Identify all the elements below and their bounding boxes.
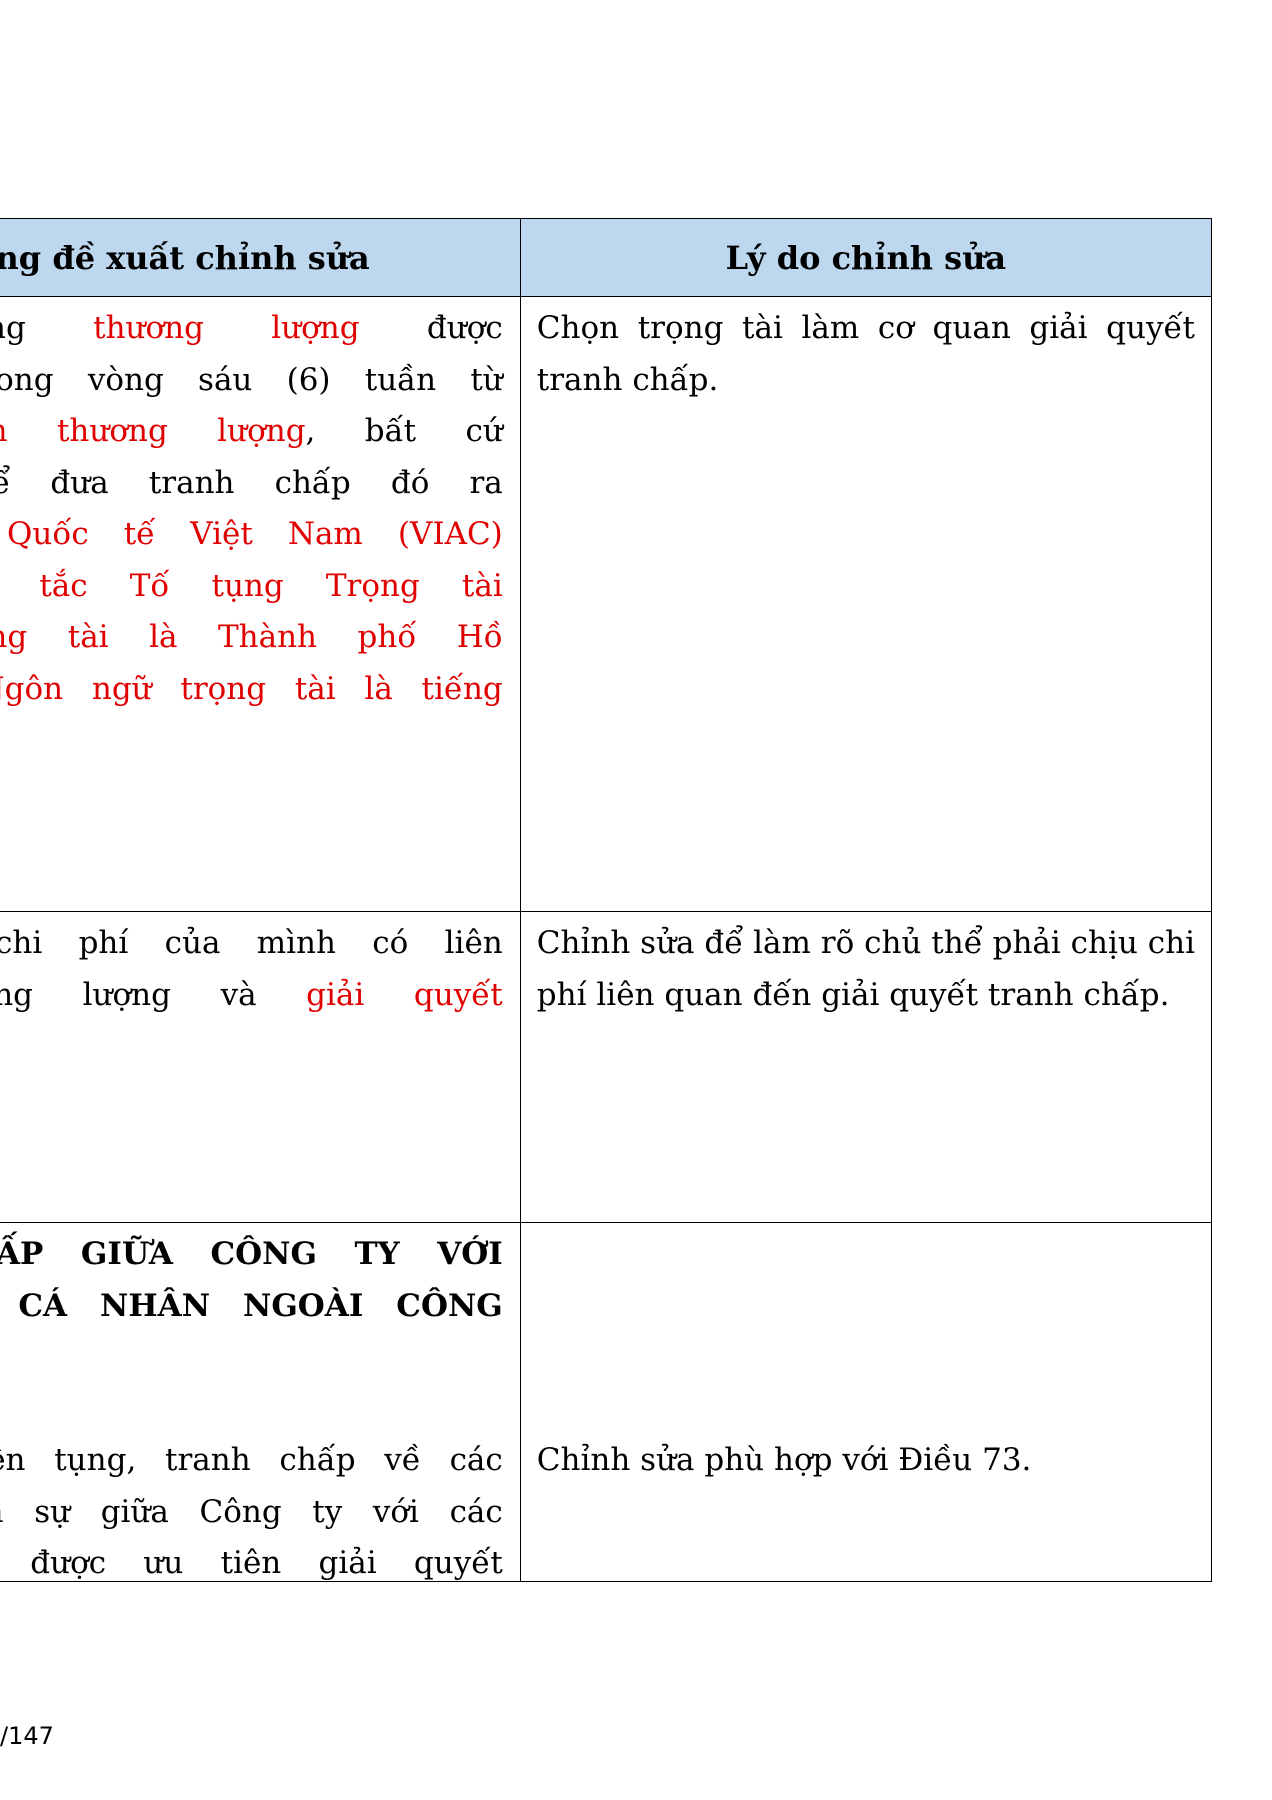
- text-run: , bất cứ: [305, 413, 503, 449]
- text-line: rọng tài Quốc tế Việt Nam (VIAC): [0, 509, 503, 561]
- heading-line: ANH CHẤP GIỮA CÔNG TY VỚI: [0, 1236, 503, 1272]
- row2-left-cell: tự chịu chi phí của mình có liên tục thư…: [0, 911, 521, 1223]
- row1-left-text: ợp không thương lượng đượca giải trong v…: [0, 303, 503, 715]
- revision-text: theo Quy tắc Tố tụng Trọng tài: [0, 567, 503, 604]
- header-left-cell: dung đề xuất chỉnh sửa: [0, 218, 521, 297]
- row2-right-text: Chỉnh sửa để làm rõ chủ thể phải chịu ch…: [521, 912, 1211, 1021]
- revision-text: quá trình thương lượng: [0, 413, 306, 449]
- revision-text: t Nam. Ngôn ngữ trọng tài là tiếng: [0, 670, 503, 707]
- text-line: h tế, dân sự giữa Công ty với các: [0, 1493, 503, 1530]
- text-run: ợp không: [0, 310, 26, 346]
- text-run: tự chịu chi phí của mình có liên: [0, 925, 503, 961]
- text-run: g có thể đưa tranh chấp đó ra: [0, 464, 503, 501]
- row1-left-cell: ợp không thương lượng đượca giải trong v…: [0, 296, 521, 912]
- text-line: phí liên quan đến giải quyết tranh chấp.: [536, 976, 1170, 1013]
- text-line: tự chịu chi phí của mình có liên: [0, 918, 503, 970]
- page-number: /147: [0, 1722, 54, 1750]
- revision-table: dung đề xuất chỉnh sửa Lý do chỉnh sửa ợ…: [0, 218, 1212, 1588]
- text-line: g có thể đưa tranh chấp đó ra: [0, 458, 503, 510]
- header-left-label: dung đề xuất chỉnh sửa: [0, 238, 370, 277]
- text-line: hân khác được ưu tiên giải quyết: [0, 1545, 503, 1581]
- row3-right-text: Chỉnh sửa phù hợp với Điều 73.: [521, 1223, 1211, 1487]
- revision-grid: dung đề xuất chỉnh sửa Lý do chỉnh sửa ợ…: [0, 218, 1212, 1582]
- row3-left-heading: ANH CHẤP GIỮA CÔNG TY VỚI C HOẶC CÁ NHÂN…: [0, 1229, 503, 1332]
- text-line: Chỉnh sửa để làm rõ chủ thể phải chịu ch…: [536, 925, 1195, 961]
- text-line: Chọn trọng tài làm cơ quan giải quyết: [536, 310, 1195, 346]
- revision-text: điểm trọng tài là Thành phố Hồ: [0, 619, 503, 655]
- text-line: ợp không thương lượng được: [0, 303, 503, 355]
- text-run: được: [359, 310, 503, 346]
- heading-line: C HOẶC CÁ NHÂN NGOÀI CÔNG: [0, 1287, 503, 1324]
- row1-right-text: Chọn trọng tài làm cơ quan giải quyết tr…: [521, 297, 1211, 406]
- text-line: a giải trong vòng sáu (6) tuần từ: [0, 355, 503, 407]
- text-run: trong vòng sáu (6) tuần từ: [0, 361, 503, 398]
- text-line: quá trình thương lượng, bất cứ: [0, 406, 503, 458]
- text-line: tranh chấp.: [536, 361, 719, 398]
- row3-left-text: g hợp kiện tụng, tranh chấp về các h tế,…: [0, 1435, 503, 1588]
- header-right-label: Lý do chỉnh sửa: [725, 238, 1007, 277]
- text-line: theo Quy tắc Tố tụng Trọng tài: [0, 561, 503, 613]
- text-line: t Nam. Ngôn ngữ trọng tài là tiếng: [0, 664, 503, 716]
- row3-left-cell: ANH CHẤP GIỮA CÔNG TY VỚI C HOẶC CÁ NHÂN…: [0, 1222, 521, 1582]
- text-run: tục thương lượng và: [0, 976, 257, 1013]
- row2-right-cell: Chỉnh sửa để làm rõ chủ thể phải chịu ch…: [519, 911, 1212, 1223]
- text-line: điểm trọng tài là Thành phố Hồ: [0, 612, 503, 664]
- row3-right-cell: Chỉnh sửa phù hợp với Điều 73.: [519, 1222, 1212, 1582]
- text-line: g hợp kiện tụng, tranh chấp về các: [0, 1442, 503, 1478]
- text-line: Chỉnh sửa phù hợp với Điều 73.: [536, 1442, 1032, 1478]
- row1-right-cell: Chọn trọng tài làm cơ quan giải quyết tr…: [519, 296, 1212, 912]
- row2-left-text: tự chịu chi phí của mình có liên tục thư…: [0, 918, 503, 1021]
- header-right-cell: Lý do chỉnh sửa: [519, 218, 1212, 297]
- revision-text: giải quyết: [306, 976, 503, 1013]
- revision-text: thương lượng: [93, 310, 360, 346]
- text-line: tục thương lượng và giải quyết: [0, 970, 503, 1022]
- revision-text: rọng tài Quốc tế Việt Nam (VIAC): [0, 516, 503, 552]
